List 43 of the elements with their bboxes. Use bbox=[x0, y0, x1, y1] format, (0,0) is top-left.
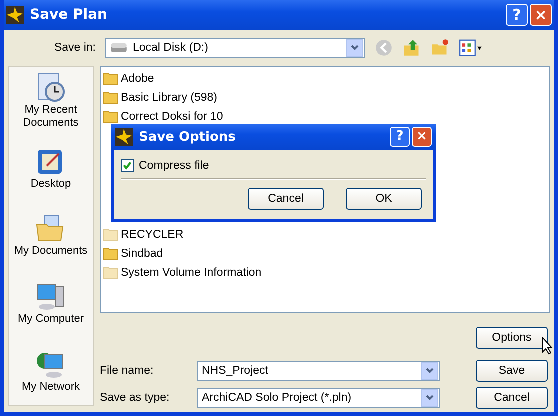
folder-icon bbox=[103, 90, 119, 104]
place-item[interactable]: My Recent Documents bbox=[9, 67, 93, 135]
close-button[interactable]: × bbox=[412, 127, 432, 147]
dialog-title: Save Options bbox=[139, 130, 237, 144]
folder-icon bbox=[103, 246, 119, 260]
mouse-pointer-icon bbox=[542, 337, 554, 355]
folder-item[interactable]: System Volume Information bbox=[101, 263, 549, 282]
view-menu-icon[interactable] bbox=[459, 39, 483, 57]
new-folder-icon[interactable] bbox=[431, 39, 449, 57]
star-logo-icon bbox=[6, 6, 24, 24]
folder-icon bbox=[103, 72, 119, 86]
file-name-label: File name: bbox=[100, 364, 155, 376]
checkbox-label: Compress file bbox=[139, 160, 210, 172]
place-item[interactable]: My Computer bbox=[9, 270, 93, 338]
save-button[interactable]: Save bbox=[476, 360, 548, 382]
save-in-label: Save in: bbox=[53, 42, 96, 54]
place-item[interactable]: Desktop bbox=[9, 134, 93, 202]
save-as-type-label: Save as type: bbox=[100, 392, 171, 404]
help-button[interactable]: ? bbox=[506, 4, 528, 26]
folder-item[interactable]: Correct Doksi for 10 bbox=[101, 107, 549, 126]
folder-item[interactable]: Basic Library (598) bbox=[101, 88, 549, 107]
window-title: Save Plan bbox=[30, 7, 108, 23]
place-item[interactable]: My Network bbox=[9, 337, 93, 405]
folder-icon bbox=[103, 228, 119, 242]
folder-item[interactable]: RECYCLER bbox=[101, 225, 549, 244]
options-button[interactable]: Options bbox=[476, 327, 548, 349]
folder-icon bbox=[103, 110, 119, 124]
ok-button[interactable]: OK bbox=[346, 188, 422, 210]
star-logo-icon bbox=[115, 128, 133, 146]
checkbox[interactable] bbox=[121, 159, 134, 172]
folder-item[interactable]: Sindbad bbox=[101, 244, 549, 263]
folder-icon bbox=[103, 266, 119, 280]
save-as-type-dropdown[interactable]: ArchiCAD Solo Project (*.pln) bbox=[197, 388, 440, 408]
cancel-button[interactable]: Cancel bbox=[248, 188, 324, 210]
help-button[interactable]: ? bbox=[390, 127, 410, 147]
cancel-button[interactable]: Cancel bbox=[476, 386, 548, 408]
save-in-dropdown[interactable]: Local Disk (D:) bbox=[105, 38, 365, 58]
folder-item[interactable]: Adobe bbox=[101, 69, 549, 88]
close-button[interactable]: × bbox=[530, 4, 552, 26]
drive-icon bbox=[110, 42, 128, 54]
folder-up-icon[interactable] bbox=[403, 39, 421, 57]
file-name-field[interactable]: NHS_Project bbox=[197, 360, 440, 380]
place-item[interactable]: My Documents bbox=[9, 202, 93, 270]
